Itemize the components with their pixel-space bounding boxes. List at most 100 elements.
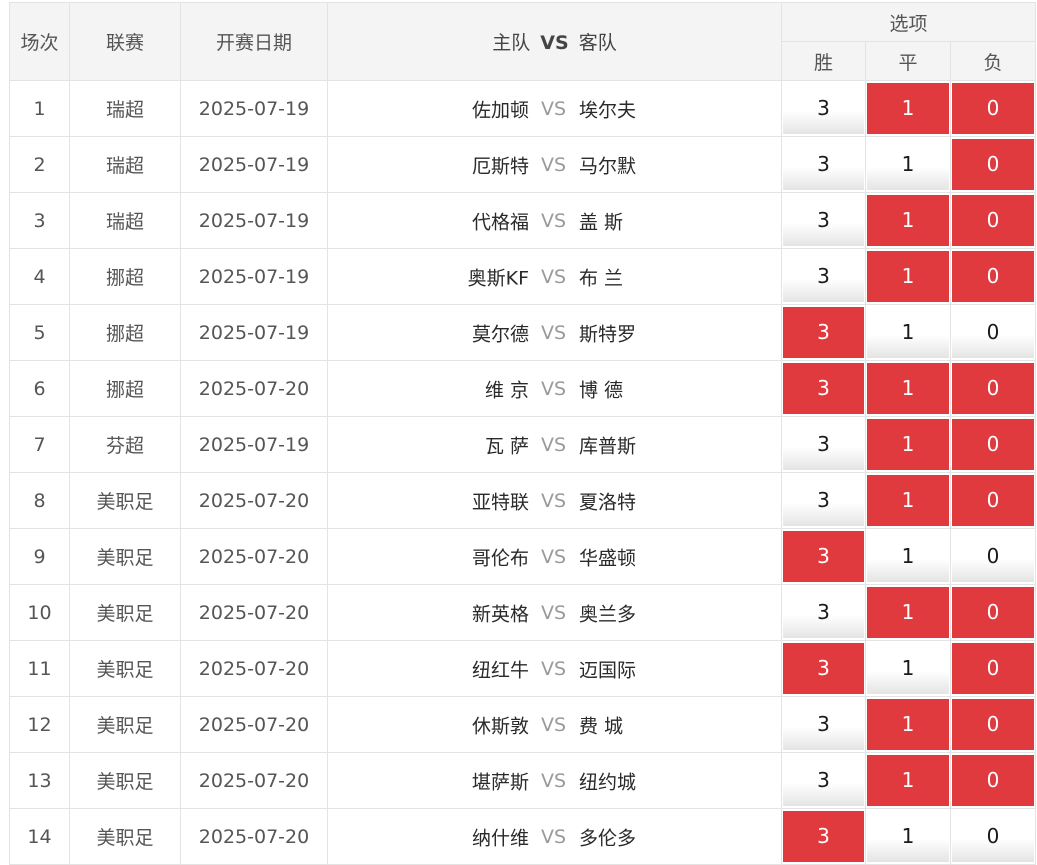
vs-label: VS bbox=[541, 601, 567, 624]
home-team: 瓦 萨 bbox=[484, 435, 529, 457]
match-index: 3 bbox=[9, 192, 70, 249]
header-home: 主队 bbox=[492, 32, 531, 54]
option-win-button[interactable]: 3 bbox=[783, 195, 864, 246]
option-draw-cell: 1 bbox=[865, 808, 951, 865]
match-index: 10 bbox=[9, 584, 70, 641]
vs-label: VS bbox=[541, 825, 567, 848]
option-win-button[interactable]: 3 bbox=[783, 363, 864, 414]
match-date: 2025-07-19 bbox=[180, 416, 328, 473]
option-draw-button[interactable]: 1 bbox=[867, 531, 949, 582]
option-win-button[interactable]: 3 bbox=[783, 307, 864, 358]
option-draw-button[interactable]: 1 bbox=[867, 587, 949, 638]
option-draw-button[interactable]: 1 bbox=[867, 419, 949, 470]
option-win-button[interactable]: 3 bbox=[783, 139, 864, 190]
table-row: 5 挪超 2025-07-19 莫尔德 VS 斯特罗 3 1 0 bbox=[9, 304, 1037, 361]
match-date: 2025-07-20 bbox=[180, 584, 328, 641]
option-win-button[interactable]: 3 bbox=[783, 251, 864, 302]
option-draw-cell: 1 bbox=[865, 416, 951, 473]
option-win-cell: 3 bbox=[781, 640, 866, 697]
match-index: 4 bbox=[9, 248, 70, 305]
option-draw-button[interactable]: 1 bbox=[867, 699, 949, 750]
option-draw-button[interactable]: 1 bbox=[867, 811, 949, 862]
option-win-cell: 3 bbox=[781, 304, 866, 361]
option-lose-button[interactable]: 0 bbox=[952, 307, 1035, 358]
match-date: 2025-07-20 bbox=[180, 528, 328, 585]
option-draw-button[interactable]: 1 bbox=[867, 195, 949, 246]
match-index: 12 bbox=[9, 696, 70, 753]
vs-label: VS bbox=[541, 545, 567, 568]
option-draw-button[interactable]: 1 bbox=[867, 139, 949, 190]
option-lose-button[interactable]: 0 bbox=[952, 643, 1035, 694]
option-win-cell: 3 bbox=[781, 136, 866, 193]
option-win-cell: 3 bbox=[781, 360, 866, 417]
option-lose-button[interactable]: 0 bbox=[952, 755, 1035, 806]
option-lose-button[interactable]: 0 bbox=[952, 811, 1035, 862]
option-draw-button[interactable]: 1 bbox=[867, 643, 949, 694]
match-teams: 新英格 VS 奥兰多 bbox=[327, 584, 782, 641]
option-draw-cell: 1 bbox=[865, 584, 951, 641]
home-team: 新英格 bbox=[471, 603, 529, 625]
league-name: 芬超 bbox=[69, 416, 181, 473]
option-win-cell: 3 bbox=[781, 808, 866, 865]
option-win-button[interactable]: 3 bbox=[783, 811, 864, 862]
option-lose-button[interactable]: 0 bbox=[952, 699, 1035, 750]
option-win-button[interactable]: 3 bbox=[783, 475, 864, 526]
option-draw-button[interactable]: 1 bbox=[867, 251, 949, 302]
match-date: 2025-07-19 bbox=[180, 248, 328, 305]
table-row: 10 美职足 2025-07-20 新英格 VS 奥兰多 3 1 0 bbox=[9, 584, 1037, 641]
header-opt-draw: 平 bbox=[865, 41, 951, 81]
table-row: 1 瑞超 2025-07-19 佐加顿 VS 埃尔夫 3 1 0 bbox=[9, 80, 1037, 137]
option-lose-button[interactable]: 0 bbox=[952, 139, 1035, 190]
option-win-cell: 3 bbox=[781, 416, 866, 473]
option-draw-cell: 1 bbox=[865, 752, 951, 809]
home-team: 代格福 bbox=[471, 211, 529, 233]
option-lose-cell: 0 bbox=[949, 696, 1037, 753]
option-draw-button[interactable]: 1 bbox=[867, 475, 949, 526]
option-win-button[interactable]: 3 bbox=[783, 699, 864, 750]
option-lose-cell: 0 bbox=[949, 136, 1037, 193]
option-draw-cell: 1 bbox=[865, 528, 951, 585]
option-lose-button[interactable]: 0 bbox=[952, 251, 1035, 302]
option-draw-cell: 1 bbox=[865, 640, 951, 697]
option-win-button[interactable]: 3 bbox=[783, 419, 864, 470]
away-team: 费 城 bbox=[579, 715, 624, 737]
option-draw-button[interactable]: 1 bbox=[867, 363, 949, 414]
home-team: 亚特联 bbox=[471, 491, 529, 513]
option-lose-button[interactable]: 0 bbox=[952, 531, 1035, 582]
table-row: 11 美职足 2025-07-20 纽红牛 VS 迈国际 3 1 0 bbox=[9, 640, 1037, 697]
header-vs: VS bbox=[540, 32, 569, 54]
option-win-button[interactable]: 3 bbox=[783, 643, 864, 694]
option-win-button[interactable]: 3 bbox=[783, 587, 864, 638]
match-teams: 代格福 VS 盖 斯 bbox=[327, 192, 782, 249]
match-index: 7 bbox=[9, 416, 70, 473]
option-win-button[interactable]: 3 bbox=[783, 531, 864, 582]
option-draw-cell: 1 bbox=[865, 136, 951, 193]
option-lose-cell: 0 bbox=[949, 360, 1037, 417]
option-lose-button[interactable]: 0 bbox=[952, 363, 1035, 414]
option-draw-cell: 1 bbox=[865, 192, 951, 249]
option-lose-cell: 0 bbox=[949, 808, 1037, 865]
option-lose-button[interactable]: 0 bbox=[952, 587, 1035, 638]
match-date: 2025-07-20 bbox=[180, 696, 328, 753]
home-team: 纳什维 bbox=[471, 827, 529, 849]
table-row: 9 美职足 2025-07-20 哥伦布 VS 华盛顿 3 1 0 bbox=[9, 528, 1037, 585]
option-lose-button[interactable]: 0 bbox=[952, 83, 1035, 134]
option-win-button[interactable]: 3 bbox=[783, 83, 864, 134]
option-lose-button[interactable]: 0 bbox=[952, 475, 1035, 526]
away-team: 奥兰多 bbox=[579, 603, 637, 625]
option-draw-button[interactable]: 1 bbox=[867, 307, 949, 358]
vs-label: VS bbox=[541, 209, 567, 232]
option-win-button[interactable]: 3 bbox=[783, 755, 864, 806]
option-draw-button[interactable]: 1 bbox=[867, 83, 949, 134]
option-lose-cell: 0 bbox=[949, 304, 1037, 361]
home-team: 哥伦布 bbox=[471, 547, 529, 569]
option-lose-button[interactable]: 0 bbox=[952, 419, 1035, 470]
header-options: 选项 bbox=[780, 2, 1037, 42]
away-team: 迈国际 bbox=[579, 659, 637, 681]
match-table: 场次 联赛 开赛日期 主队 VS 客队 选项 胜 平 负 1 瑞超 2025-07-… bbox=[9, 2, 1037, 865]
option-lose-button[interactable]: 0 bbox=[952, 195, 1035, 246]
option-win-cell: 3 bbox=[781, 248, 866, 305]
option-draw-cell: 1 bbox=[865, 472, 951, 529]
table-row: 4 挪超 2025-07-19 奥斯KF VS 布 兰 3 1 0 bbox=[9, 248, 1037, 305]
option-draw-button[interactable]: 1 bbox=[867, 755, 949, 806]
